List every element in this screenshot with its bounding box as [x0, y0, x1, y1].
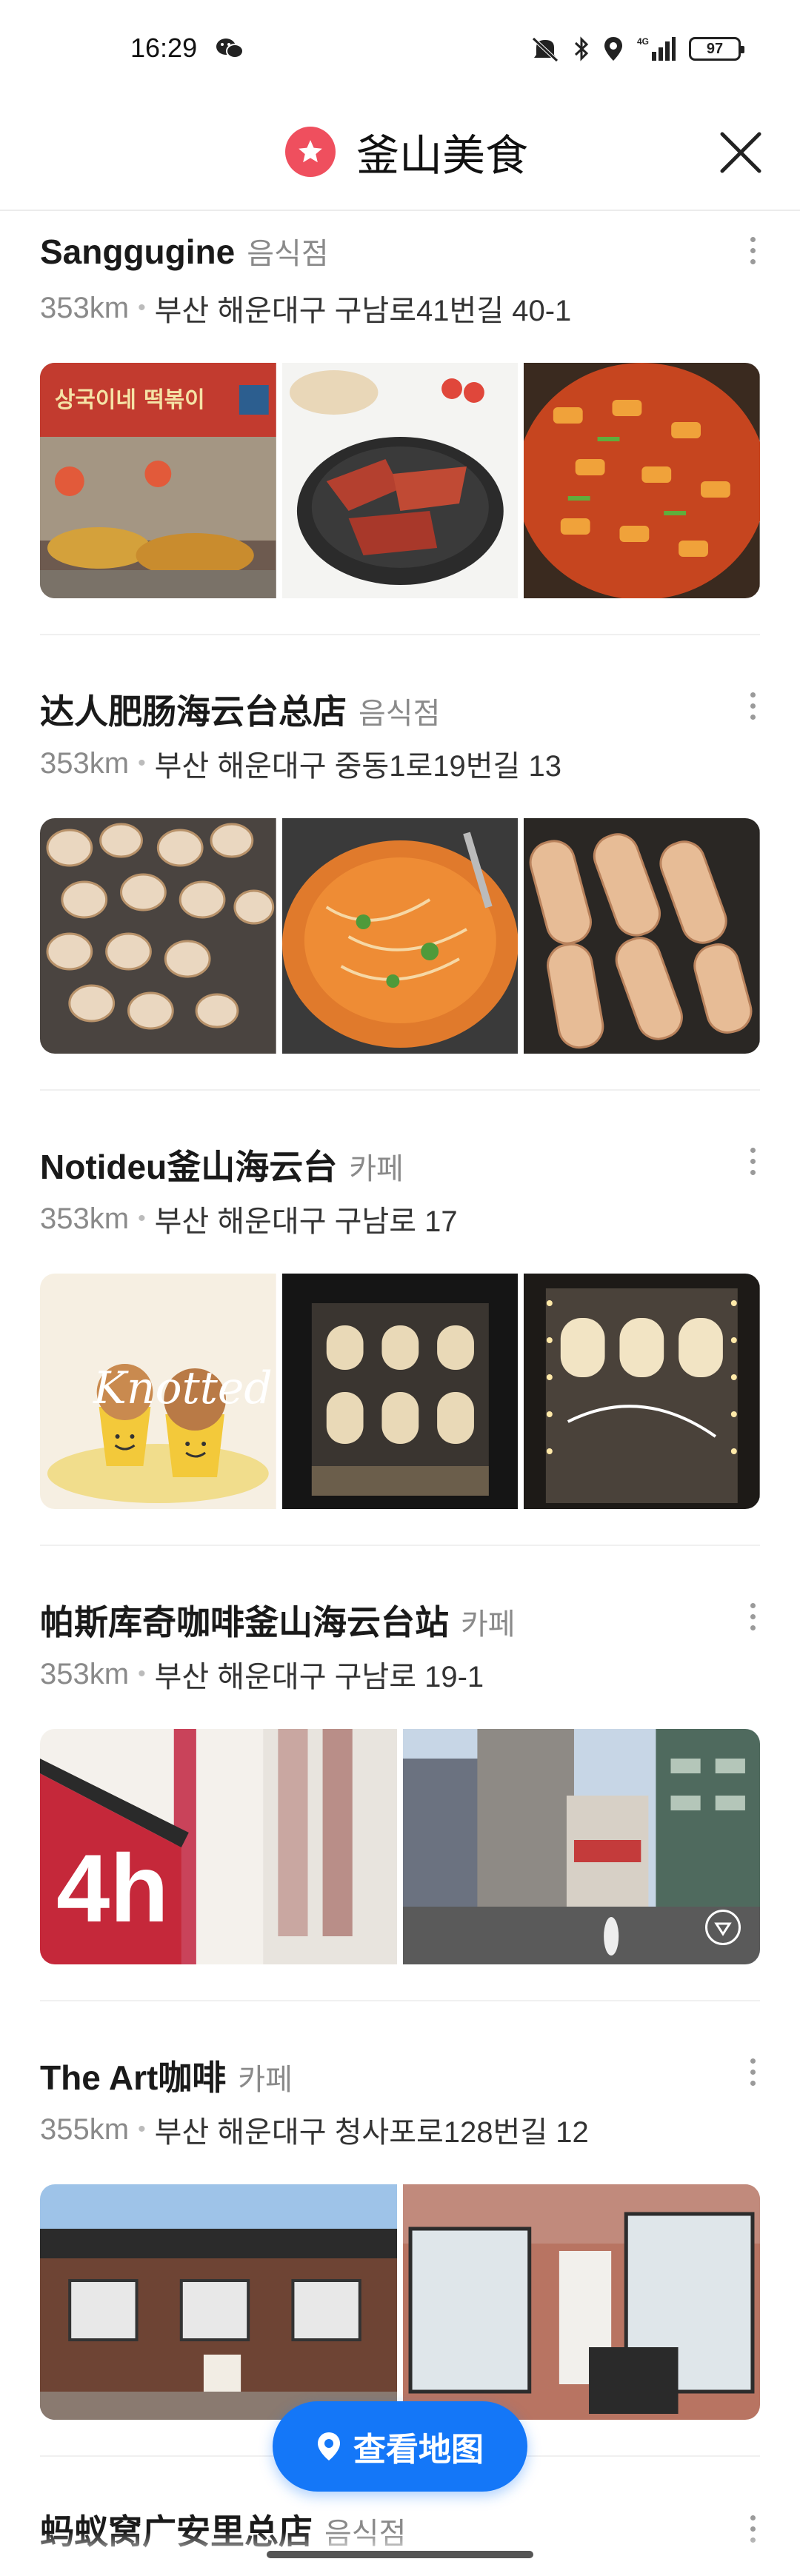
more-options-button[interactable] — [738, 1139, 767, 1183]
place-distance: 353km — [40, 1657, 130, 1690]
svg-text:상국이네 떡볶이: 상국이네 떡볶이 — [55, 387, 205, 413]
place-card[interactable]: The Art咖啡 카페 355km • 부산 해운대구 청사포로128번길 1… — [0, 2036, 800, 2458]
place-address: 부산 해운대구 구남로 17 — [154, 1205, 458, 1238]
battery-level: 97 — [706, 40, 724, 57]
page-title: 釜山美食 — [356, 132, 529, 180]
place-title-row: 达人肥肠海云台总店 음식점 — [40, 685, 440, 737]
place-category: 카페 — [349, 1153, 404, 1185]
photo-strip[interactable] — [40, 818, 760, 1054]
status-bar: 16:29 4G 97 — [0, 0, 800, 96]
place-title-row: 帕斯库奇咖啡釜山海云台站 카페 — [40, 1596, 516, 1647]
status-time: 16:29 — [130, 33, 198, 63]
view-map-button[interactable]: 查看地图 — [273, 2401, 527, 2492]
place-address: 부산 해운대구 구남로 19-1 — [154, 1661, 484, 1693]
photo-storefront-lights[interactable] — [524, 1274, 760, 1509]
place-address: 부산 해운대구 중동1로19번길 13 — [154, 750, 561, 783]
photo-grilled-intestines[interactable] — [40, 818, 276, 1054]
place-name: Sanggugine — [40, 232, 236, 271]
more-options-button[interactable] — [738, 228, 767, 272]
meta-separator: • — [138, 1206, 146, 1231]
place-address: 부산 해운대구 구남로41번길 40-1 — [154, 295, 572, 327]
photo-caption: 4h — [56, 1834, 169, 1942]
photo-grilled-sausages[interactable] — [524, 818, 760, 1054]
battery-icon: 97 — [689, 37, 744, 61]
panorama-icon[interactable] — [705, 1910, 741, 1945]
place-distance: 353km — [40, 291, 130, 324]
photo-knotted-cups[interactable]: Knotted — [40, 1274, 276, 1509]
close-button[interactable] — [714, 126, 767, 179]
card-divider — [40, 1545, 760, 1546]
place-card[interactable]: Sanggugine 음식점 353km • 부산 해운대구 구남로41번길 4… — [0, 215, 800, 637]
place-card[interactable]: Notideu釜山海云台 카페 353km • 부산 해운대구 구남로 17 K… — [0, 1125, 800, 1548]
photo-strip[interactable] — [40, 2184, 760, 2420]
place-title-row: Sanggugine 음식점 — [40, 230, 329, 281]
header-divider — [0, 210, 800, 211]
place-name: Notideu釜山海云台 — [40, 1148, 338, 1186]
signal-icon: 4G — [637, 36, 676, 61]
photo-strip[interactable]: 상국이네 떡볶이 — [40, 363, 760, 598]
place-meta: 353km • 부산 해운대구 구남로 19-1 — [40, 1652, 484, 1696]
card-divider — [40, 1089, 760, 1091]
svg-text:4G: 4G — [637, 36, 649, 47]
meta-separator: • — [138, 1662, 146, 1686]
mute-icon — [532, 37, 559, 62]
photo-restaurant-interior[interactable]: 상국이네 떡볶이 — [40, 363, 276, 598]
card-divider — [40, 2000, 760, 2001]
view-map-label: 查看地图 — [353, 2432, 484, 2468]
header-title-group: 釜山美食 — [285, 115, 528, 189]
photo-brick-cafe-exterior[interactable] — [40, 2184, 397, 2420]
place-meta: 355km • 부산 해운대구 청사포로128번길 12 — [40, 2107, 589, 2152]
place-title-row: Notideu釜山海云台 카페 — [40, 1140, 404, 1192]
location-pin-icon — [318, 2432, 340, 2460]
wechat-icon — [216, 39, 244, 58]
place-address: 부산 해운대구 청사포로128번길 12 — [154, 2116, 589, 2149]
photo-caption: Knotted — [93, 1362, 273, 1414]
photo-strip[interactable]: 4h — [40, 1729, 760, 1964]
location-icon — [604, 37, 622, 61]
place-distance: 353km — [40, 746, 130, 780]
place-card[interactable]: 帕斯库奇咖啡釜山海云台站 카페 353km • 부산 해운대구 구남로 19-1… — [0, 1581, 800, 2003]
photo-storefront-night[interactable] — [281, 1274, 519, 1509]
meta-separator: • — [138, 295, 146, 320]
place-category: 음식점 — [359, 697, 441, 730]
status-icons: 4G 97 — [530, 33, 744, 65]
place-title-row: The Art咖啡 카페 — [40, 2051, 293, 2103]
more-options-button[interactable] — [738, 1594, 767, 1639]
star-icon — [285, 127, 336, 177]
photo-strip[interactable]: Knotted — [40, 1274, 760, 1509]
photo-street-view[interactable] — [403, 1729, 760, 1964]
place-meta: 353km • 부산 해운대구 중동1로19번길 13 — [40, 741, 561, 786]
photo-tteokbokki-pan[interactable] — [524, 363, 760, 598]
meta-separator: • — [138, 751, 146, 775]
place-meta: 353km • 부산 해운대구 구남로 17 — [40, 1197, 458, 1241]
close-icon — [720, 132, 761, 173]
place-distance: 355km — [40, 2112, 130, 2146]
place-distance: 353km — [40, 1202, 130, 1235]
place-category: 음식점 — [247, 238, 329, 270]
place-name: 达人肥肠海云台总店 — [40, 692, 347, 731]
header: 釜山美食 — [0, 104, 800, 200]
place-card[interactable]: 达人肥肠海云台总店 음식점 353km • 부산 해운대구 중동1로19번길 1… — [0, 670, 800, 1092]
place-category: 카페 — [461, 1608, 516, 1641]
place-name: 帕斯库奇咖啡釜山海云台站 — [40, 1603, 449, 1642]
card-divider — [40, 634, 760, 635]
more-options-button[interactable] — [738, 2050, 767, 2094]
meta-separator: • — [138, 2117, 146, 2141]
place-name: The Art咖啡 — [40, 2058, 227, 2097]
place-category: 카페 — [238, 2064, 293, 2096]
bluetooth-icon — [574, 36, 589, 61]
photo-store-sign[interactable]: 4h — [40, 1729, 397, 1964]
photo-grilled-meat-plate[interactable] — [281, 363, 519, 598]
photo-spicy-stew[interactable] — [281, 818, 519, 1054]
place-meta: 353km • 부산 해운대구 구남로41번길 40-1 — [40, 286, 571, 330]
photo-cafe-windows[interactable] — [403, 2184, 760, 2420]
more-options-button[interactable] — [738, 683, 767, 728]
home-indicator[interactable] — [267, 2551, 533, 2558]
